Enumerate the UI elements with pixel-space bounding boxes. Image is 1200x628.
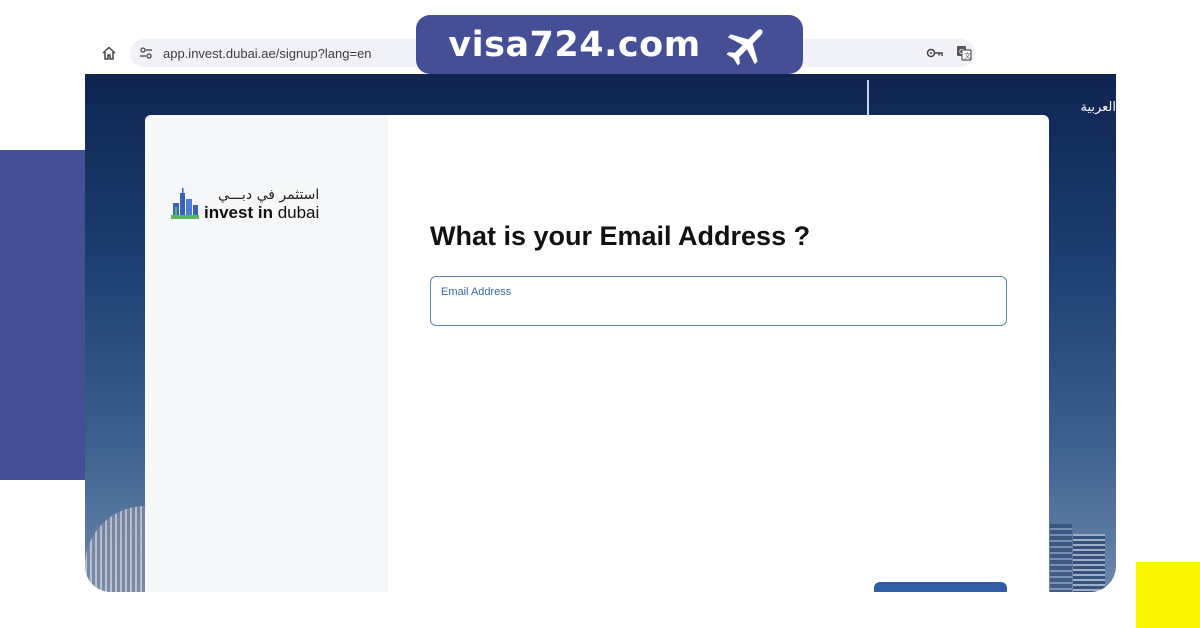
decorative-yellow-square: [1136, 562, 1200, 628]
background-tower: [1050, 524, 1072, 592]
background-building: [85, 506, 145, 592]
logo-english-text: invest in dubai: [204, 202, 320, 222]
email-input[interactable]: [441, 301, 991, 321]
page-background: العربية استثمر في دبـــي invest in dubai: [85, 74, 1116, 592]
signup-card: استثمر في دبـــي invest in dubai What is…: [145, 115, 1049, 592]
site-settings-icon[interactable]: [139, 46, 153, 60]
page-title: What is your Email Address ?: [430, 221, 811, 251]
home-icon[interactable]: [101, 45, 117, 61]
brand-text: visa724.com: [448, 24, 701, 65]
next-button[interactable]: [874, 582, 1007, 592]
visa724-watermark: visa724.com: [416, 15, 803, 74]
background-spire: [867, 80, 869, 116]
logo-arabic-text: استثمر في دبـــي: [218, 186, 320, 203]
card-sidebar: استثمر في دبـــي invest in dubai: [145, 115, 388, 592]
translate-icon[interactable]: G 文: [956, 45, 972, 61]
email-field[interactable]: Email Address: [430, 276, 1007, 326]
decorative-blue-bar: [0, 150, 90, 480]
skyline-logo-icon: [171, 188, 199, 219]
url-text[interactable]: app.invest.dubai.ae/signup?lang=en: [163, 46, 372, 61]
language-switch-link[interactable]: العربية: [1080, 100, 1116, 115]
background-tower: [1073, 534, 1105, 592]
invest-in-dubai-logo[interactable]: استثمر في دبـــي invest in dubai: [169, 187, 319, 221]
email-field-label: Email Address: [441, 286, 512, 298]
svg-text:文: 文: [964, 51, 971, 60]
airplane-icon: [726, 28, 763, 66]
key-icon[interactable]: [926, 46, 944, 60]
